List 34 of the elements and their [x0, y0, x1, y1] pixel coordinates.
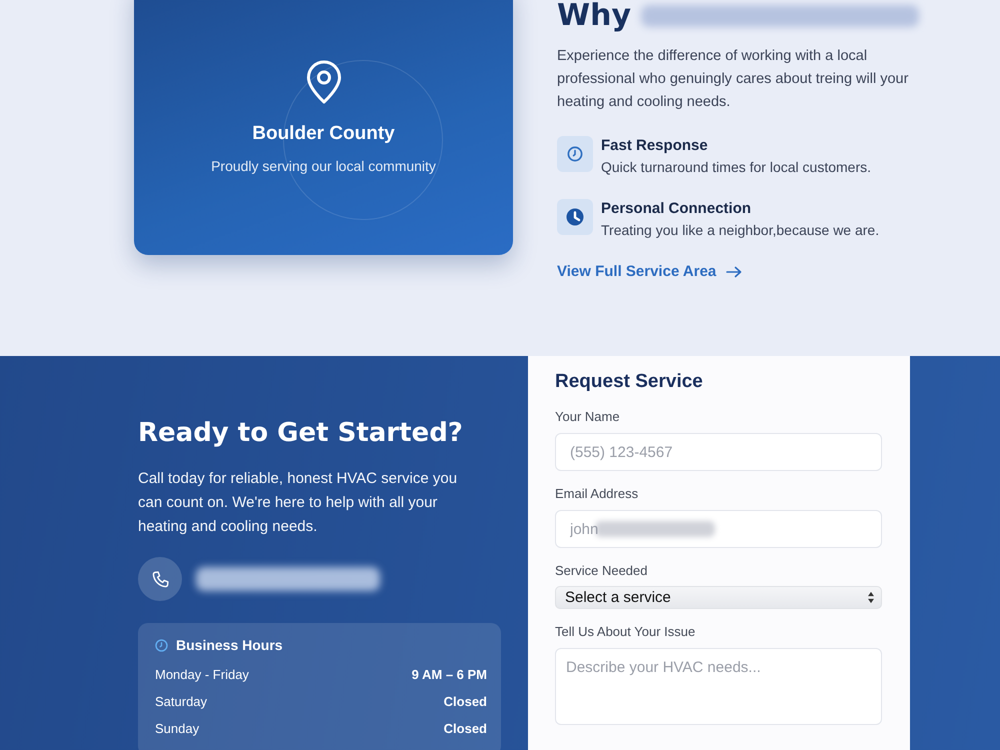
section-heading: Ready to Get Started?: [138, 417, 463, 450]
hours-time: 9 AM – 6 PM: [412, 666, 487, 684]
hours-time: Closed: [444, 693, 487, 711]
hours-time: Closed: [444, 720, 487, 738]
arrow-right-icon: [726, 266, 742, 278]
feature-title: Fast Response: [601, 136, 709, 156]
hours-day: Monday - Friday: [155, 661, 249, 688]
intro-paragraph: Call today for reliable, honest HVAC service you can count on. We're here to help with all your heating and cooling needs.: [138, 469, 458, 537]
form-title: Request Service: [555, 370, 703, 394]
card-subtitle: Proudly serving our local community: [211, 157, 436, 176]
name-input-field[interactable]: (555) 123-4567: [555, 433, 882, 471]
service-area-link[interactable]: View Full Service Area: [557, 262, 742, 282]
intro-paragraph: Experience the difference of working with a local professional who genuingly cares about treing will your heating and cooling needs.: [557, 47, 910, 112]
field-label: Email Address: [555, 486, 640, 502]
feature-title: Personal Connection: [601, 199, 752, 219]
hours-title: Business Hours: [176, 636, 283, 655]
up-down-arrows-icon: [867, 591, 875, 604]
filled-clock-icon: [557, 199, 593, 235]
location-pin-icon: [304, 60, 342, 104]
hours-day: Saturday: [155, 688, 208, 715]
email-input-field[interactable]: john: [555, 510, 882, 548]
feature-description: Treating you like a neighbor,because we are.: [601, 221, 880, 240]
card-title: Boulder County: [252, 122, 395, 146]
hours-day: Sunday: [155, 715, 200, 742]
field-label: Service Needed: [555, 563, 648, 579]
clock-icon: [557, 136, 593, 172]
field-label: Tell Us About Your Issue: [555, 624, 696, 640]
feature-description: Quick turnaround times for local customers.: [601, 158, 871, 177]
field-label: Your Name: [555, 409, 621, 425]
clock-icon: [155, 638, 168, 652]
phone-icon: [138, 557, 182, 601]
section-heading: Why: [557, 0, 632, 32]
service-select[interactable]: Select a service: [555, 586, 882, 609]
issue-textarea[interactable]: Describe your HVAC needs...: [555, 648, 882, 725]
